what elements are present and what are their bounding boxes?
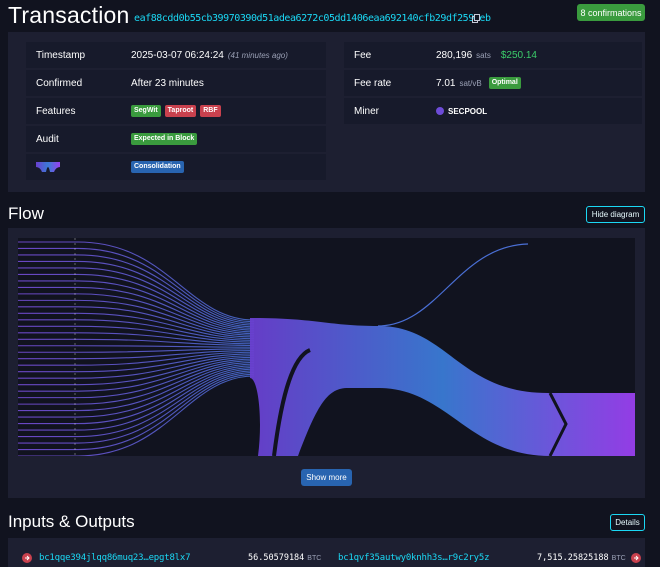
cluster-icon[interactable] xyxy=(36,161,60,173)
input-row: bc1qqe394jlqq86muq23…epgt8lx7 xyxy=(22,552,191,564)
fee-rate-row: Fee rate 7.01 sat/vB Optimal xyxy=(344,70,642,96)
timestamp-value: 2025-03-07 06:24:24 xyxy=(131,49,224,61)
copy-icon[interactable] xyxy=(472,14,480,23)
transaction-id-link[interactable]: eaf88cdd0b55cb39970390d51adea6272c05dd14… xyxy=(134,13,491,24)
output-arrow-icon[interactable] xyxy=(630,553,641,563)
fee-usd: $250.14 xyxy=(500,49,537,61)
consolidation-badge[interactable]: Consolidation xyxy=(131,161,184,173)
show-more-button[interactable]: Show more xyxy=(301,469,352,486)
page-title: Transaction xyxy=(8,2,130,28)
input-arrow-icon[interactable] xyxy=(22,553,32,563)
audit-label: Audit xyxy=(36,133,59,145)
taproot-badge[interactable]: Taproot xyxy=(164,105,197,117)
pool-logo-icon xyxy=(436,107,444,115)
fee-unit: sats xyxy=(476,50,491,60)
miner-label: Miner xyxy=(354,105,380,117)
confirmed-value: After 23 minutes xyxy=(131,77,204,89)
output-amount-value: 7,515.25825188 xyxy=(537,553,609,563)
output-amount-unit: BTC xyxy=(611,554,626,562)
flow-heading: Flow xyxy=(8,204,44,223)
fee-value: 280,196 xyxy=(436,49,473,61)
hide-diagram-button[interactable]: Hide diagram xyxy=(586,206,645,223)
cluster-row: Consolidation xyxy=(26,154,326,180)
miner-link[interactable]: SECPOOL xyxy=(448,107,487,116)
optimal-badge: Optimal xyxy=(488,77,521,89)
fee-rate-value: 7.01 xyxy=(436,77,456,89)
audit-row: Audit Expected in Block xyxy=(26,126,326,152)
input-address-link[interactable]: bc1qqe394jlqq86muq23…epgt8lx7 xyxy=(39,553,191,563)
fee-label: Fee xyxy=(354,49,372,61)
output-row: bc1qvf35autwy0knhh3s…r9c2ry5z xyxy=(338,552,490,564)
inputs-outputs-heading: Inputs & Outputs xyxy=(8,512,135,531)
features-label: Features xyxy=(36,105,76,117)
input-amount-value: 56.50579184 xyxy=(248,553,305,563)
fee-row: Fee 280,196 sats $250.14 xyxy=(344,42,642,68)
rbf-badge[interactable]: RBF xyxy=(200,105,221,117)
fee-rate-unit: sat/vB xyxy=(459,78,482,88)
timestamp-row: Timestamp 2025-03-07 06:24:24 (41 minute… xyxy=(26,42,326,68)
segwit-badge[interactable]: SegWit xyxy=(131,105,161,117)
timestamp-relative: (41 minutes ago) xyxy=(227,50,288,60)
miner-row: Miner SECPOOL xyxy=(344,98,642,124)
flow-diagram[interactable] xyxy=(18,238,635,456)
audit-badge[interactable]: Expected in Block xyxy=(131,133,198,145)
flow-diagram-panel xyxy=(8,228,645,498)
inputs-outputs-panel: bc1qqe394jlqq86muq23…epgt8lx7 56.5057918… xyxy=(8,538,645,567)
features-row: Features SegWit Taproot RBF xyxy=(26,98,326,124)
details-button[interactable]: Details xyxy=(610,514,645,531)
confirmed-label: Confirmed xyxy=(36,77,83,89)
output-amount: 7,515.25825188 BTC xyxy=(537,552,641,564)
confirmations-badge: 8 confirmations xyxy=(577,4,645,21)
timestamp-label: Timestamp xyxy=(36,49,86,61)
input-amount-unit: BTC xyxy=(307,554,322,562)
input-amount: 56.50579184 BTC xyxy=(248,552,321,564)
confirmed-row: Confirmed After 23 minutes xyxy=(26,70,326,96)
fee-rate-label: Fee rate xyxy=(354,77,392,89)
transaction-details-panel: Timestamp 2025-03-07 06:24:24 (41 minute… xyxy=(8,32,645,192)
output-address-link[interactable]: bc1qvf35autwy0knhh3s…r9c2ry5z xyxy=(338,553,490,563)
